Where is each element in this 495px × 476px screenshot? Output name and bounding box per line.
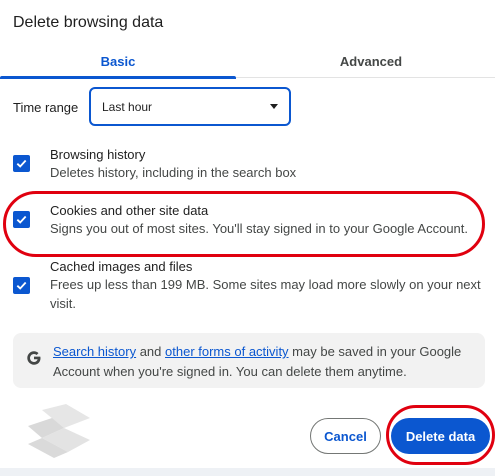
notice-text: Search history and other forms of activi… xyxy=(53,342,473,382)
google-account-notice: Search history and other forms of activi… xyxy=(13,333,485,388)
tab-advanced[interactable]: Advanced xyxy=(247,44,495,78)
time-range-label: Time range xyxy=(13,100,79,115)
time-range-select[interactable]: Last hour xyxy=(89,87,291,126)
dropdown-caret-icon xyxy=(270,104,278,109)
option-title-browsing-history: Browsing history xyxy=(50,147,146,162)
tab-bar: Basic Advanced xyxy=(0,44,495,79)
checkbox-browsing-history[interactable] xyxy=(13,155,30,172)
option-desc-browsing-history: Deletes history, including in the search… xyxy=(50,165,297,180)
checkmark-icon xyxy=(16,215,27,224)
search-history-link[interactable]: Search history xyxy=(53,344,136,359)
checkbox-cookies[interactable] xyxy=(13,211,30,228)
checkmark-icon xyxy=(16,281,27,290)
delete-data-button[interactable]: Delete data xyxy=(391,418,490,454)
google-g-icon xyxy=(27,351,41,365)
tab-basic[interactable]: Basic xyxy=(0,44,236,79)
option-desc-cached-images: Frees up less than 199 MB. Some sites ma… xyxy=(50,277,481,311)
option-title-cached-images: Cached images and files xyxy=(50,259,193,274)
time-range-value: Last hour xyxy=(102,99,153,114)
checkbox-cached-images[interactable] xyxy=(13,277,30,294)
watermark-logo xyxy=(28,404,90,458)
checkmark-icon xyxy=(16,159,27,168)
option-title-cookies: Cookies and other site data xyxy=(50,203,209,218)
delete-browsing-data-dialog: Delete browsing data Basic Advanced Time… xyxy=(0,0,495,476)
cancel-button[interactable]: Cancel xyxy=(310,418,381,454)
page-background-strip xyxy=(0,468,495,476)
other-activity-link[interactable]: other forms of activity xyxy=(165,344,289,359)
option-desc-cookies: Signs you out of most sites. You'll stay… xyxy=(50,221,469,236)
notice-connector: and xyxy=(136,344,166,359)
dialog-title: Delete browsing data xyxy=(13,14,164,31)
